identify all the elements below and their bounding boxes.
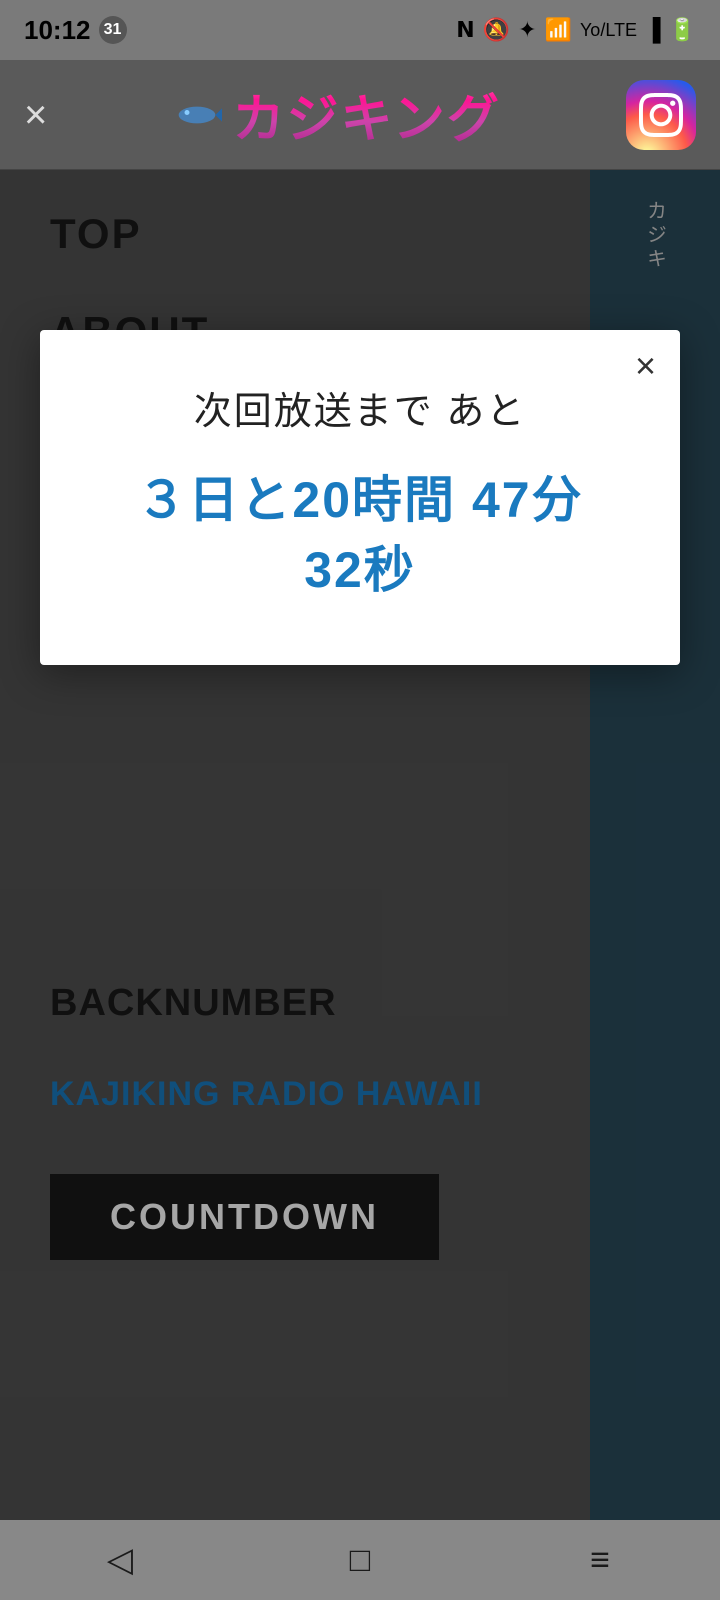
instagram-button[interactable] [626, 80, 696, 150]
status-bar: 10:12 31 𝗡 🔕 ✦ 📶 Yo/LTE ▐ 🔋 [0, 0, 720, 60]
status-icons: 𝗡 🔕 ✦ 📶 Yo/LTE ▐ 🔋 [456, 17, 696, 43]
nav-back-button[interactable]: ◁ [90, 1530, 150, 1590]
logo-area: カジキング [172, 77, 500, 152]
nav-home-button[interactable]: □ [330, 1530, 390, 1590]
modal-box: × 次回放送まで あと ３日と20時間 47分 32秒 [40, 330, 680, 665]
instagram-icon [639, 93, 683, 137]
header-close-button[interactable]: × [24, 95, 47, 135]
notification-badge: 31 [99, 16, 127, 44]
main-content: TOP ABOUT PROFILE SHOP BACKNUMBER KAJIKI… [0, 170, 720, 1520]
logo-fish-icon [172, 95, 222, 135]
modal-timer: ３日と20時間 47分 32秒 [80, 465, 640, 605]
bluetooth-icon: ✦ [518, 17, 536, 43]
modal-subtitle: 次回放送まで あと [80, 380, 640, 435]
status-time: 10:12 31 [24, 15, 127, 46]
battery-icon: 🔋 [669, 17, 696, 43]
time-display: 10:12 [24, 15, 91, 46]
mute-icon: 🔕 [483, 17, 510, 43]
modal-close-button[interactable]: × [635, 348, 656, 384]
app-header: × カジキング [0, 60, 720, 170]
modal-timer-line2: 32秒 [80, 535, 640, 605]
signal-bars-icon: ▐ [645, 17, 661, 43]
modal-timer-line1: ３日と20時間 47分 [80, 465, 640, 535]
signal-icon: 𝗡 [456, 17, 474, 43]
modal-overlay: × 次回放送まで あと ３日と20時間 47分 32秒 [0, 170, 720, 1520]
wifi-icon: 📶 [545, 17, 572, 43]
logo-text: カジキング [232, 77, 500, 152]
nav-menu-button[interactable]: ≡ [570, 1530, 630, 1590]
nav-bar: ◁ □ ≡ [0, 1520, 720, 1600]
lte-icon: Yo/LTE [580, 20, 637, 41]
